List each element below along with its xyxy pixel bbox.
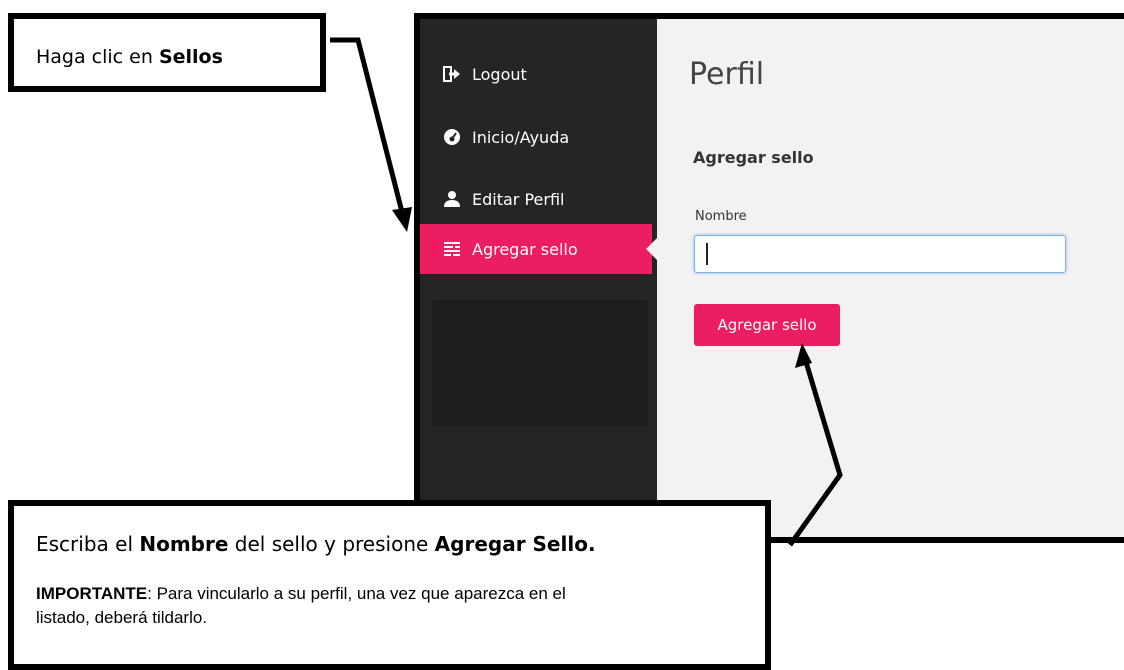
dashboard-icon: [442, 127, 462, 147]
user-icon: [442, 189, 462, 209]
active-caret: [646, 238, 657, 260]
name-label: Nombre: [695, 209, 747, 224]
list-icon: [442, 239, 462, 259]
sidebar-item-logout[interactable]: Logout: [420, 49, 657, 99]
sidebar-panel: [432, 300, 648, 426]
page-title: Perfil: [689, 57, 765, 92]
logout-icon: [442, 64, 462, 84]
instruction-bold-name: Nombre: [139, 532, 229, 556]
instruction-text: Escriba el: [36, 532, 140, 556]
sidebar-item-label: Logout: [472, 64, 527, 84]
arrow-head-sidebar: [392, 207, 412, 232]
sidebar-item-label: Inicio/Ayuda: [472, 127, 570, 147]
callout-note: IMPORTANTE: Para vincularlo a su perfil,…: [36, 582, 596, 630]
callout-top-bold: Sellos: [158, 46, 223, 68]
callout-instruction: Escriba el Nombre del sello y presione A…: [36, 532, 765, 556]
callout-bottom: Escriba el Nombre del sello y presione A…: [8, 500, 771, 670]
arrow-to-sidebar: [330, 37, 405, 213]
sidebar-item-agregar-sello[interactable]: Agregar sello: [420, 224, 657, 274]
sidebar-item-label: Agregar sello: [472, 239, 578, 259]
callout-top-text: Haga clic en: [36, 46, 159, 68]
sidebar: Logout Inicio/Ayuda Editar Perfil Agrega…: [420, 19, 657, 537]
sidebar-item-label: Editar Perfil: [472, 189, 565, 209]
main-content: Perfil Agregar sello Nombre Agregar sell…: [657, 19, 1124, 537]
sidebar-item-inicio[interactable]: Inicio/Ayuda: [420, 112, 657, 162]
instruction-text: del sello y presione: [228, 532, 435, 556]
section-title: Agregar sello: [693, 148, 814, 167]
sidebar-item-editar-perfil[interactable]: Editar Perfil: [420, 174, 657, 224]
text-cursor: [706, 243, 708, 265]
app-screenshot: Logout Inicio/Ayuda Editar Perfil Agrega…: [414, 13, 1124, 543]
callout-top: Haga clic en Sellos: [8, 13, 326, 92]
name-input[interactable]: [694, 235, 1066, 273]
note-bold: IMPORTANTE: [36, 584, 148, 603]
add-stamp-button[interactable]: Agregar sello: [694, 304, 840, 346]
instruction-bold-button: Agregar Sello.: [434, 532, 596, 556]
